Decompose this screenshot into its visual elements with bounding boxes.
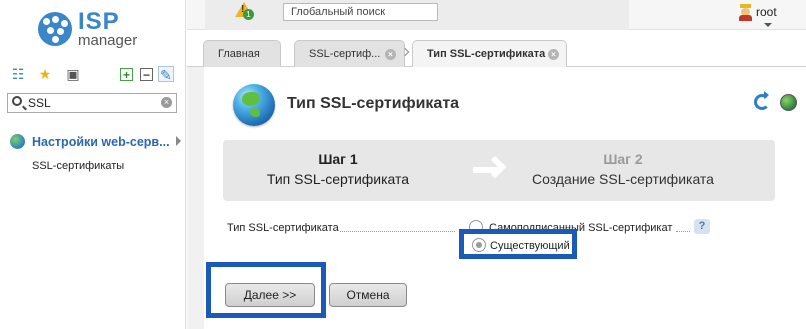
sidebar-search: × (7, 93, 177, 113)
main-left-gutter (187, 67, 204, 329)
isp-manager-window: ISP manager ☷ ★ ▣ + − ✎ × Настройки web-… (0, 0, 806, 329)
clear-search-icon[interactable]: × (161, 97, 172, 108)
sidebar-item-ssl-certificates[interactable]: SSL-сертификаты (32, 160, 124, 172)
close-tab-icon[interactable]: × (385, 49, 396, 60)
ispmanager-logo[interactable]: ISP manager (38, 8, 158, 52)
sidebar-toolbar: ☷ ★ ▣ + − ✎ (8, 64, 178, 84)
chevron-down-icon (764, 23, 772, 27)
top-bar-panel: ! 1 (205, 0, 629, 30)
notification-badge: 1 (243, 9, 254, 20)
tab-bar: Главная SSL-сертиф... × Тип SSL-сертифик… (187, 31, 806, 68)
highlight-next-button (206, 262, 326, 318)
pin-icon[interactable]: ✎ (158, 66, 174, 83)
cancel-button[interactable]: Отмена (329, 283, 407, 307)
option-leader-dots (676, 231, 690, 232)
close-tab-icon[interactable]: × (548, 49, 559, 60)
ssl-globe-icon (233, 84, 275, 126)
chevron-right-icon (176, 136, 181, 146)
tab-ssl-certificate-type[interactable]: Тип SSL-сертификата × (412, 40, 567, 68)
user-menu[interactable]: root (739, 4, 799, 28)
collapse-all-icon[interactable]: − (140, 68, 153, 82)
clipboard-icon[interactable]: ▣ (65, 66, 81, 82)
step1-label: Тип SSL-сертификата (266, 171, 410, 187)
refresh-icon[interactable] (754, 91, 770, 110)
page-title: Тип SSL-сертификата (287, 95, 460, 112)
tab-home[interactable]: Главная (203, 40, 281, 67)
field-leader-dots (340, 231, 455, 232)
logo-mark-icon (38, 12, 72, 46)
tab-ssl-certificates[interactable]: SSL-сертиф... × (294, 40, 405, 67)
step-arrow-icon (473, 155, 507, 183)
ssl-type-field-label: Тип SSL-сертификата (227, 222, 339, 234)
highlight-existing-option (459, 229, 577, 259)
main-content: Тип SSL-сертификата Шаг 1 Тип SSL-сертиф… (187, 67, 806, 329)
tab-label: Главная (218, 48, 260, 60)
step1-number: Шаг 1 (318, 151, 358, 167)
wizard-steps: Шаг 1 Тип SSL-сертификата Шаг 2 Создание… (223, 140, 775, 201)
sidebar-group-label: Настройки web-серв... (32, 135, 170, 149)
sidebar-search-input[interactable] (28, 95, 158, 111)
global-search-input[interactable] (283, 3, 438, 21)
globe-icon (10, 134, 25, 149)
step2-number: Шаг 2 (603, 151, 643, 167)
tree-view-icon[interactable]: ☷ (10, 66, 26, 82)
globe-link-icon[interactable] (780, 94, 797, 111)
search-icon (12, 96, 22, 106)
sidebar-group-web-server-settings[interactable]: Настройки web-серв... (10, 134, 184, 150)
logo-manager-text: manager (78, 32, 138, 49)
user-king-icon (739, 4, 752, 21)
help-icon[interactable]: ? (694, 219, 710, 234)
favorites-star-icon[interactable]: ★ (37, 66, 53, 82)
tab-label: SSL-сертиф... (309, 48, 381, 60)
step2-label: Создание SSL-сертификата (532, 171, 714, 187)
left-panel: ISP manager ☷ ★ ▣ + − ✎ × Настройки web-… (0, 0, 186, 329)
expand-all-icon[interactable]: + (120, 68, 133, 82)
tab-label: Тип SSL-сертификата (427, 48, 546, 60)
user-name: root (756, 5, 777, 19)
top-bar: ! 1 root (187, 0, 806, 30)
